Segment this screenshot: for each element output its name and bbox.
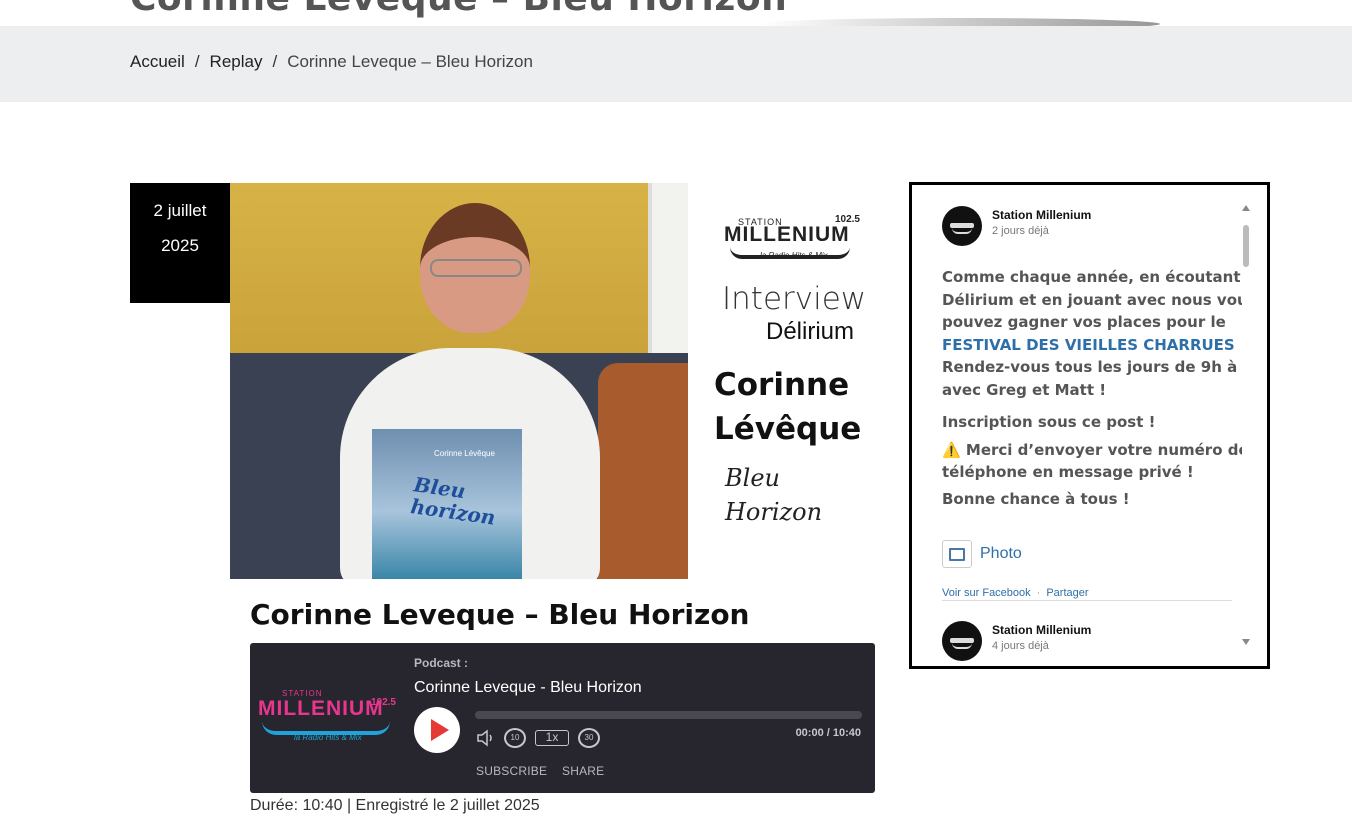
- photo-icon: [942, 540, 972, 568]
- speaker-icon[interactable]: [475, 728, 497, 748]
- player-time: 00:00 / 10:40: [795, 727, 861, 739]
- rewind-button[interactable]: 10: [504, 728, 526, 748]
- book-cover-author: Corinne Lévêque: [434, 449, 495, 458]
- player-logo-name: MILLENIUM: [258, 697, 384, 720]
- post-timestamp[interactable]: 4 jours déjà: [992, 640, 1049, 652]
- page-title-cut: Corinne Leveque – Bleu Horizon: [130, 0, 787, 19]
- hero-interview-label: Interview: [722, 281, 867, 317]
- progress-bar[interactable]: [475, 711, 862, 719]
- breadcrumb-separator: /: [194, 52, 200, 71]
- post-inscription: Inscription sous ce post !: [942, 413, 1156, 431]
- hero-show-label: Délirium: [766, 318, 855, 345]
- breadcrumb-home-link[interactable]: Accueil: [130, 52, 185, 72]
- share-post-link[interactable]: Partager: [1046, 587, 1088, 599]
- post-warning-line: ⚠️ Merci d’envoyer votre numéro de: [942, 440, 1242, 459]
- post-text-line: Délirium et en jouant avec nous vous: [942, 290, 1242, 309]
- post-text-line: Rendez-vous tous les jours de 9h à midi: [942, 358, 1242, 376]
- page-header: Corinne Leveque – Bleu Horizon: [0, 0, 1352, 26]
- post-page-name[interactable]: Station Millenium: [992, 623, 1091, 637]
- post-meta: Durée: 10:40 | Enregistré le 2 juillet 2…: [250, 797, 540, 814]
- featured-image: Corinne Lévêque Bleu horizon STATION 102…: [230, 183, 888, 579]
- guest-photo: Corinne Lévêque Bleu horizon: [230, 183, 688, 579]
- forward-button[interactable]: 30: [578, 728, 600, 748]
- post-photo-attachment[interactable]: Photo: [942, 540, 1022, 568]
- photo-glasses: [430, 259, 522, 277]
- post-text-line: avec Greg et Matt !: [942, 380, 1107, 399]
- play-button[interactable]: [414, 707, 460, 753]
- view-on-facebook-link[interactable]: Voir sur Facebook: [942, 587, 1031, 599]
- actions-separator: ·: [1036, 587, 1041, 599]
- avatar-logo-arc: [952, 643, 972, 649]
- breadcrumb-replay-link[interactable]: Replay: [210, 52, 263, 72]
- hero-book-title: Bleu Horizon: [725, 461, 822, 529]
- photo-sofa-arm: [598, 363, 688, 579]
- facebook-feed-widget[interactable]: Station Millenium 2 jours déjà Comme cha…: [909, 182, 1270, 669]
- scroll-up-icon[interactable]: [1242, 205, 1250, 211]
- post-good-luck: Bonne chance à tous !: [942, 489, 1130, 508]
- post-text-line: pouvez gagner vos places pour le: [942, 313, 1226, 331]
- avatar[interactable]: [942, 621, 982, 661]
- post-date-year: 2025: [161, 236, 199, 255]
- post-link-suffix: !: [1235, 336, 1242, 354]
- post-body: Comme chaque année, en écoutant le Délir…: [942, 266, 1242, 510]
- header-swoosh: [760, 18, 1160, 26]
- speed-button[interactable]: 1x: [535, 730, 569, 746]
- speaker-icon-svg: [477, 729, 492, 747]
- player-label: Podcast :: [414, 656, 469, 670]
- facebook-post: Station Millenium 2 jours déjà Comme cha…: [942, 206, 1242, 606]
- post-date-badge: 2 juillet 2025: [130, 183, 230, 303]
- post-text-line: Comme chaque année, en écoutant le: [942, 268, 1242, 286]
- avatar[interactable]: [942, 206, 982, 246]
- player-episode-title: Corinne Leveque - Bleu Horizon: [414, 679, 642, 696]
- logo-tagline: la Radio Hits & Mix: [760, 251, 828, 260]
- book-cover-title: Bleu horizon: [409, 472, 500, 529]
- post-divider: [942, 600, 1232, 601]
- post-warning-line: téléphone en message privé !: [942, 463, 1194, 481]
- facebook-post: Station Millenium 4 jours déjà: [942, 621, 1234, 665]
- hero-book-title-line2: Horizon: [725, 498, 823, 526]
- breadcrumb-bar: Accueil / Replay / Corinne Leveque – Ble…: [0, 26, 1352, 102]
- breadcrumb: Accueil / Replay / Corinne Leveque – Ble…: [130, 52, 533, 72]
- hero-guest-name-line2: Lévêque: [714, 411, 862, 447]
- hero-guest-name: Corinne Lévêque: [714, 363, 861, 451]
- photo-book-cover: Corinne Lévêque Bleu horizon: [372, 429, 522, 579]
- photo-icon-frame: [949, 548, 965, 561]
- post-timestamp[interactable]: 2 jours déjà: [992, 225, 1049, 237]
- subscribe-button[interactable]: SUBSCRIBE: [476, 764, 547, 778]
- logo-name: MILLENIUM: [724, 223, 850, 246]
- play-icon: [431, 719, 449, 741]
- post-title: Corinne Leveque – Bleu Horizon: [250, 598, 750, 631]
- post-date-day: 2 juillet: [153, 201, 207, 220]
- share-button[interactable]: SHARE: [562, 764, 604, 778]
- scroll-down-icon[interactable]: [1242, 639, 1250, 645]
- hero-guest-name-line1: Corinne: [714, 367, 850, 403]
- avatar-logo-arc: [952, 228, 972, 234]
- post-actions: Voir sur Facebook · Partager: [942, 587, 1089, 599]
- post-page-name[interactable]: Station Millenium: [992, 208, 1091, 222]
- post-text-line: FESTIVAL DES VIEILLES CHARRUES !: [942, 334, 1242, 357]
- station-logo: STATION 102.5 MILLENIUM la Radio Hits & …: [720, 207, 870, 267]
- breadcrumb-current: Corinne Leveque – Bleu Horizon: [287, 52, 533, 71]
- feed-scrollbar[interactable]: [1241, 205, 1251, 645]
- player-logo: STATION 102.5 MILLENIUM la Radio Hits & …: [254, 683, 402, 749]
- festival-link[interactable]: FESTIVAL DES VIEILLES CHARRUES: [942, 336, 1235, 354]
- scroll-thumb[interactable]: [1243, 225, 1249, 267]
- hero-book-title-line1: Bleu: [725, 464, 780, 492]
- breadcrumb-separator: /: [272, 52, 278, 71]
- podcast-player: STATION 102.5 MILLENIUM la Radio Hits & …: [250, 643, 875, 793]
- player-logo-tagline: la Radio Hits & Mix: [294, 733, 362, 742]
- photo-label[interactable]: Photo: [980, 545, 1022, 563]
